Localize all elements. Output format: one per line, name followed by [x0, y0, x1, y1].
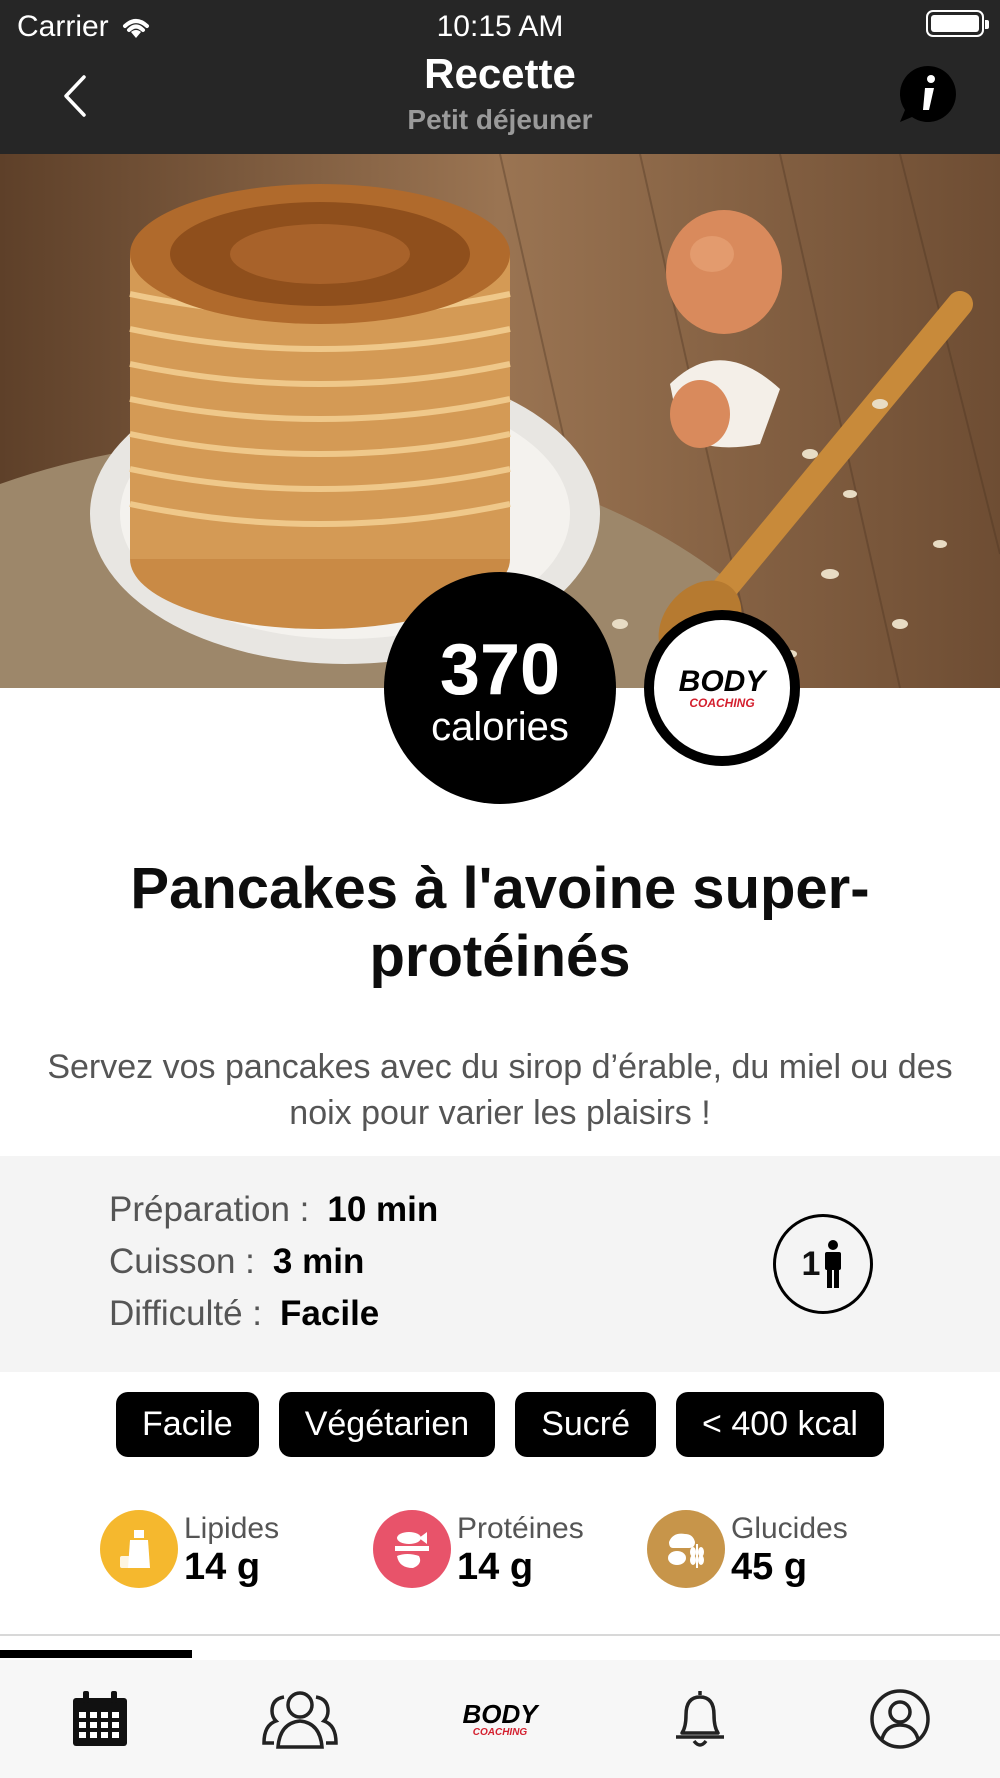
- navigation-bar: Carrier 10:15 AM Recette Petit déjeuner: [0, 0, 1000, 154]
- tag-calories: < 400 kcal: [676, 1392, 884, 1457]
- person-icon: [825, 1240, 842, 1288]
- macro-lipides: Lipides 14 g: [100, 1510, 279, 1588]
- tab-home[interactable]: BODY COACHING: [400, 1660, 600, 1778]
- macro-label: Glucides: [731, 1512, 848, 1545]
- recipe-description: Servez vos pancakes avec du sirop d’érab…: [47, 1048, 953, 1132]
- macro-value: 45 g: [731, 1546, 808, 1588]
- fish-meat-icon: [373, 1510, 451, 1588]
- tag-sucre: Sucré: [515, 1392, 657, 1457]
- svg-text:BODY: BODY: [462, 1699, 540, 1729]
- difficulte-row: Difficulté : Facile: [109, 1294, 379, 1334]
- macro-label: Protéines: [457, 1512, 584, 1545]
- bread-grain-icon: [647, 1510, 725, 1588]
- tag-vegetarien: Végétarien: [278, 1392, 496, 1457]
- macro-label: Lipides: [184, 1512, 280, 1545]
- status-time: 10:15 AM: [436, 10, 564, 43]
- info-button[interactable]: [898, 64, 958, 124]
- svg-text:BODY: BODY: [679, 665, 769, 698]
- info-bubble-icon: [899, 65, 956, 122]
- cuisson-label: Cuisson :: [109, 1242, 255, 1281]
- macro-proteines: Protéines 14 g: [373, 1510, 584, 1588]
- brand-logo-badge: BODY COACHING: [644, 610, 800, 766]
- calories-unit: calories: [431, 705, 569, 749]
- page-subtitle: Petit déjeuner: [407, 104, 593, 135]
- tab-profile[interactable]: [800, 1660, 1000, 1778]
- svg-text:COACHING: COACHING: [689, 696, 754, 710]
- page-title: Recette: [424, 50, 576, 97]
- macro-value: 14 g: [184, 1546, 261, 1588]
- cuisson-value: 3 min: [272, 1242, 365, 1281]
- community-icon: [262, 1691, 338, 1749]
- tab-bar: BODY COACHING: [0, 1660, 1000, 1778]
- bell-icon: [676, 1691, 724, 1747]
- macro-glucides: Glucides 45 g: [647, 1510, 848, 1588]
- preparation-label: Préparation :: [109, 1190, 310, 1229]
- tag-facile: Facile: [116, 1392, 259, 1457]
- difficulte-value: Facile: [280, 1294, 380, 1333]
- tabbar-divider: [0, 1634, 1000, 1636]
- recipe-title: Pancakes à l'avoine super-protéinés: [130, 856, 870, 989]
- difficulte-label: Difficulté :: [109, 1294, 263, 1333]
- tab-active-indicator: [0, 1650, 192, 1658]
- macro-value: 14 g: [457, 1546, 534, 1588]
- tab-calendar[interactable]: [0, 1660, 200, 1778]
- svg-text:COACHING: COACHING: [473, 1727, 528, 1738]
- calendar-icon: [73, 1691, 127, 1746]
- servings-badge: 1: [773, 1214, 873, 1314]
- servings-count: 1: [801, 1244, 821, 1283]
- tag-list: Facile Végétarien Sucré < 400 kcal: [0, 1392, 1000, 1457]
- preparation-row: Préparation : 10 min: [109, 1190, 438, 1230]
- tab-notifications[interactable]: [600, 1660, 800, 1778]
- calories-badge: 370 calories: [384, 572, 616, 804]
- body-coaching-logo: BODY COACHING: [462, 1699, 540, 1738]
- oil-bottle-icon: [100, 1510, 178, 1588]
- battery-icon: [926, 10, 989, 37]
- preparation-value: 10 min: [327, 1190, 439, 1229]
- calories-value: 370: [439, 630, 561, 710]
- profile-icon: [870, 1689, 930, 1749]
- tab-community[interactable]: [200, 1660, 400, 1778]
- cuisson-row: Cuisson : 3 min: [109, 1242, 364, 1282]
- body-coaching-logo: BODY COACHING: [676, 665, 769, 710]
